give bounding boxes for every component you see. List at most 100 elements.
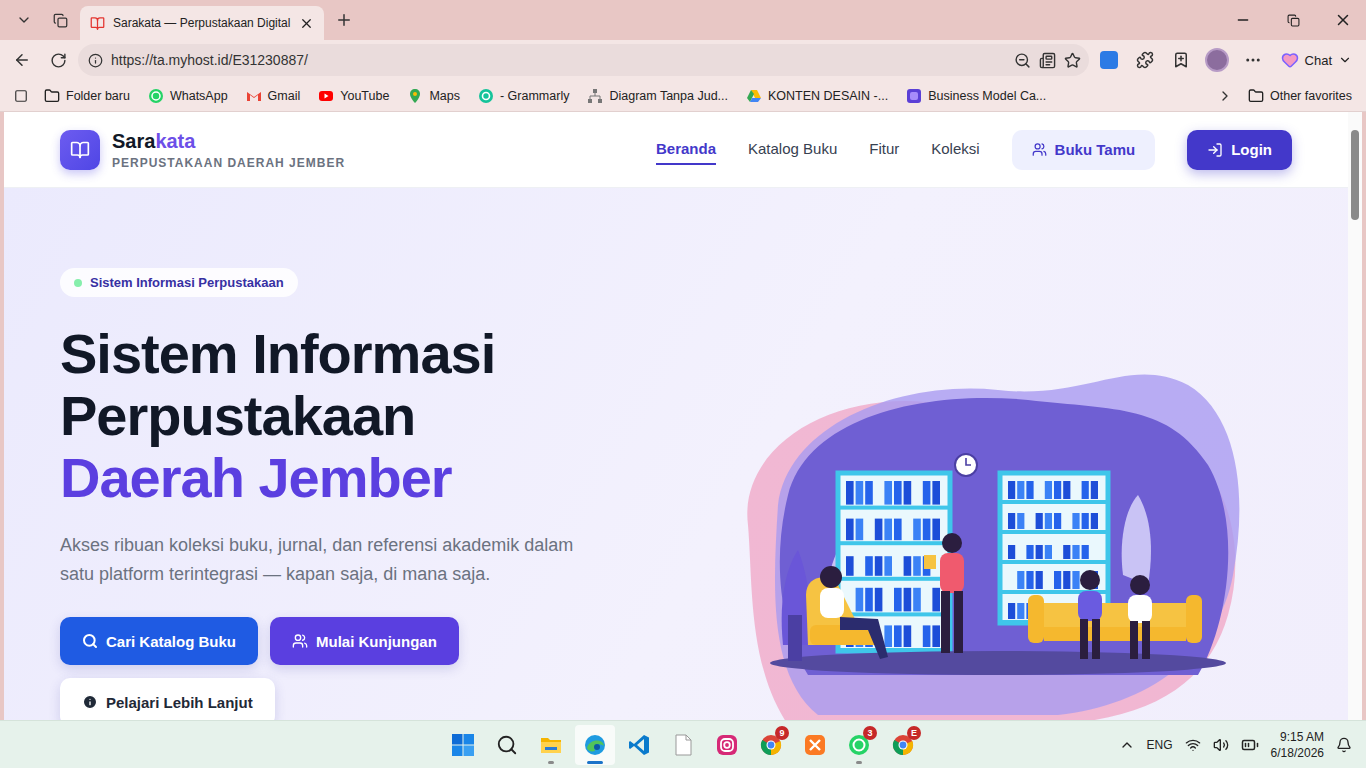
restore-icon xyxy=(1287,14,1300,27)
date: 6/18/2026 xyxy=(1271,745,1324,761)
more-button[interactable] xyxy=(1237,44,1269,76)
refresh-button[interactable] xyxy=(42,44,74,76)
chat-label: Chat xyxy=(1305,53,1332,68)
hero-description: Akses ribuan koleksi buku, jurnal, dan r… xyxy=(60,531,600,589)
brand-subtitle: PERPUSTAKAAN DAERAH JEMBER xyxy=(112,156,345,170)
bookmark-item[interactable]: KONTEN DESAIN -... xyxy=(738,84,896,108)
new-tab-button[interactable] xyxy=(328,4,360,36)
hero-button[interactable]: Cari Katalog Buku xyxy=(60,617,258,665)
bookmark-item[interactable]: WhatsApp xyxy=(140,84,236,108)
explorer-icon xyxy=(539,733,563,757)
time: 9:15 AM xyxy=(1280,729,1324,745)
bookmark-item[interactable]: Folder baru xyxy=(36,84,138,108)
extension-icon xyxy=(1100,51,1118,69)
favorite-star-icon[interactable] xyxy=(1064,52,1081,69)
extensions-button[interactable] xyxy=(1129,44,1161,76)
tab-list-button[interactable] xyxy=(8,4,40,36)
login-icon xyxy=(1207,142,1223,158)
reader-icon[interactable] xyxy=(1039,52,1056,69)
instagram-icon xyxy=(715,733,739,757)
wifi-icon[interactable] xyxy=(1185,737,1201,753)
back-button[interactable] xyxy=(6,44,38,76)
xampp-icon xyxy=(803,733,827,757)
bookmark-label: KONTEN DESAIN -... xyxy=(768,89,888,103)
copilot-chat-button[interactable]: Chat xyxy=(1273,45,1360,75)
bookmark-item[interactable]: Diagram Tanpa Jud... xyxy=(579,84,736,108)
hero-button[interactable]: Mulai Kunjungan xyxy=(270,617,459,665)
copilot-icon xyxy=(1281,51,1299,69)
hero-title-highlight: Daerah Jember xyxy=(60,447,495,509)
scrollbar-thumb[interactable] xyxy=(1351,130,1359,220)
notifications-icon[interactable] xyxy=(1336,737,1352,753)
extension-button[interactable] xyxy=(1093,44,1125,76)
taskbar-app[interactable] xyxy=(575,725,615,765)
zoom-icon[interactable] xyxy=(1014,52,1031,69)
taskbar-app[interactable] xyxy=(795,725,835,765)
maximize-button[interactable] xyxy=(1270,0,1316,40)
bookmark-label: Maps xyxy=(429,89,460,103)
language-indicator[interactable]: ENG xyxy=(1147,738,1173,752)
page-viewport: SarakataPERPUSTAKAAN DAERAH JEMBERBerand… xyxy=(4,112,1362,720)
browser-tab[interactable]: Sarakata — Perpustakaan Digital xyxy=(80,6,324,40)
login-button[interactable]: Login xyxy=(1187,130,1292,170)
system-tray: ENG 9:15 AM6/18/2026 xyxy=(923,729,1366,761)
profile-button[interactable] xyxy=(1201,44,1233,76)
other-favorites[interactable]: Other favorites xyxy=(1240,84,1360,108)
taskbar-app[interactable] xyxy=(487,725,527,765)
profile-avatar-icon xyxy=(1205,48,1229,72)
taskbar-app[interactable] xyxy=(707,725,747,765)
nav-link[interactable]: Fitur xyxy=(869,134,899,165)
bookmark-label: - Grammarly xyxy=(500,89,569,103)
more-bookmarks-button[interactable] xyxy=(1212,80,1238,112)
status-dot xyxy=(74,279,82,287)
bookmark-item[interactable]: Business Model Ca... xyxy=(898,84,1054,108)
taskbar-app[interactable]: 3 xyxy=(839,725,879,765)
favorites-button[interactable] xyxy=(1165,44,1197,76)
hero-content: Sistem Informasi PerpustakaanSistem Info… xyxy=(60,188,680,720)
close-window-button[interactable] xyxy=(1320,0,1366,40)
nav-link[interactable]: Beranda xyxy=(656,134,716,165)
clock[interactable]: 9:15 AM6/18/2026 xyxy=(1271,729,1324,761)
brand-accent: kata xyxy=(155,130,195,152)
taskbar-app[interactable]: E xyxy=(883,725,923,765)
taskbar-app[interactable] xyxy=(531,725,571,765)
nav-link[interactable]: Katalog Buku xyxy=(748,134,837,165)
tab-actions-button[interactable] xyxy=(44,4,76,36)
minimize-button[interactable] xyxy=(1220,0,1266,40)
taskbar-app[interactable]: 9 xyxy=(751,725,791,765)
hero-badge: Sistem Informasi Perpustakaan xyxy=(60,268,298,297)
bookmark-item[interactable]: Maps xyxy=(399,84,468,108)
taskbar-app[interactable] xyxy=(663,725,703,765)
bookmark-item[interactable]: YouTube xyxy=(310,84,397,108)
drive-icon xyxy=(746,88,762,104)
site-logo[interactable] xyxy=(60,130,100,170)
taskbar-app[interactable] xyxy=(619,725,659,765)
more-icon xyxy=(1244,51,1262,69)
guest-book-button[interactable]: Buku Tamu xyxy=(1012,130,1156,170)
taskbar-app[interactable] xyxy=(443,725,483,765)
guests-icon xyxy=(1032,142,1047,157)
bookmark-label: Diagram Tanpa Jud... xyxy=(609,89,728,103)
bookmark-item[interactable]: - Grammarly xyxy=(470,84,577,108)
address-bar[interactable]: https://ta.myhost.id/E31230887/ xyxy=(78,44,1089,76)
hero-button[interactable]: Pelajari Lebih Lanjut xyxy=(60,678,275,720)
collections-button[interactable] xyxy=(8,80,34,112)
bookmark-label: YouTube xyxy=(340,89,389,103)
battery-icon[interactable] xyxy=(1241,736,1259,754)
chevron-down-icon xyxy=(1338,53,1352,67)
canva-icon xyxy=(906,88,922,104)
nav-link[interactable]: Koleksi xyxy=(931,134,979,165)
bookmark-item[interactable]: Gmail xyxy=(238,84,309,108)
volume-icon[interactable] xyxy=(1213,737,1229,753)
scrollbar[interactable] xyxy=(1348,112,1362,720)
grammarly-icon xyxy=(478,88,494,104)
notification-badge: E xyxy=(907,726,921,740)
close-tab-icon[interactable] xyxy=(299,16,314,31)
search-icon xyxy=(82,633,98,649)
toolbar: https://ta.myhost.id/E31230887/Chat xyxy=(0,40,1366,80)
main-nav: Beranda Katalog Buku Fitur Koleksi xyxy=(656,134,980,165)
tray-overflow-icon[interactable] xyxy=(1119,737,1135,753)
info-icon xyxy=(82,694,98,710)
bookmark-label: Gmail xyxy=(268,89,301,103)
puzzle-icon xyxy=(1136,51,1154,69)
